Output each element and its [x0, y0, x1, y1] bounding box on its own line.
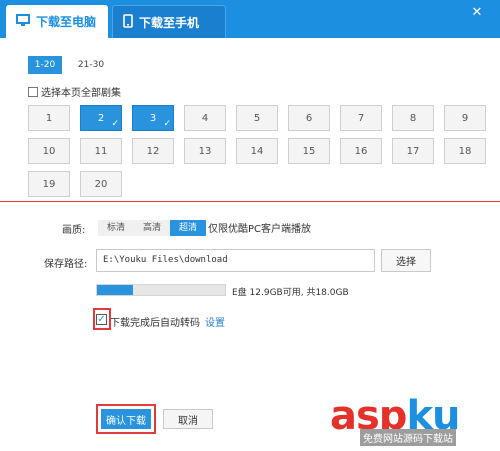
episode-button[interactable]: 13 [184, 138, 226, 164]
episode-number: 1 [45, 112, 53, 124]
episode-number: 20 [94, 178, 108, 190]
cancel-button[interactable]: 取消 [163, 409, 213, 429]
disk-space-text: E盘 12.9GB可用, 共18.0GB [232, 288, 349, 298]
tab-download-to-phone[interactable]: 下载至手机 [112, 5, 226, 38]
transcode-settings-link[interactable]: 设置 [205, 314, 225, 329]
quality-option-sd[interactable]: 标清 [98, 220, 134, 236]
select-all-label: 选择本页全部剧集 [41, 88, 121, 99]
monitor-icon [16, 13, 30, 30]
watermark-logo: aspku 免费网站源码下载站 [330, 393, 500, 451]
close-icon[interactable]: ✕ [470, 6, 484, 20]
save-path-input[interactable]: E:\Youku Files\download [96, 249, 375, 272]
episode-number: 18 [458, 145, 472, 157]
episode-button[interactable]: 17 [392, 138, 434, 164]
episode-button[interactable]: 12 [132, 138, 174, 164]
quality-option-hd[interactable]: 高清 [134, 220, 170, 236]
episode-button[interactable]: 20 [80, 171, 122, 197]
episode-button[interactable]: 19 [28, 171, 70, 197]
episode-number: 4 [201, 112, 209, 124]
tab-label: 下载至电脑 [36, 15, 97, 29]
episode-number: 16 [354, 145, 368, 157]
episode-number: 19 [42, 178, 56, 190]
tab-download-to-pc[interactable]: 下载至电脑 [6, 5, 108, 38]
episode-button[interactable]: 4 [184, 105, 226, 131]
checkmark-icon: ✓ [163, 119, 171, 129]
episode-number: 2 [97, 112, 105, 124]
episode-button[interactable]: 2 ✓ [80, 105, 122, 131]
episode-button[interactable]: 14 [236, 138, 278, 164]
episode-number: 9 [461, 112, 469, 124]
browse-button[interactable]: 选择 [381, 249, 431, 272]
episode-button[interactable]: 18 [444, 138, 486, 164]
episode-number: 6 [305, 112, 313, 124]
tab-label: 下载至手机 [139, 15, 200, 30]
episode-button[interactable]: 10 [28, 138, 70, 164]
disk-usage-fill [97, 285, 133, 295]
episode-button[interactable]: 6 [288, 105, 330, 131]
episode-button[interactable]: 11 [80, 138, 122, 164]
range-tab-1-20[interactable]: 1-20 [28, 56, 62, 74]
episode-button[interactable]: 8 [392, 105, 434, 131]
episode-number: 12 [146, 145, 160, 157]
episode-number: 11 [94, 145, 108, 157]
checkmark-icon: ✓ [111, 119, 119, 129]
episode-button[interactable]: 7 [340, 105, 382, 131]
quality-label: 画质: [62, 225, 86, 236]
save-path-label: 保存路径: [44, 259, 88, 270]
episode-number: 17 [406, 145, 420, 157]
select-all-row[interactable]: 选择本页全部剧集 [28, 84, 121, 99]
episode-number: 3 [149, 112, 157, 124]
disk-usage-bar [96, 284, 226, 296]
range-tab-21-30[interactable]: 21-30 [74, 56, 108, 74]
confirm-download-button[interactable]: 确认下载 [101, 409, 151, 429]
episode-number: 7 [357, 112, 365, 124]
phone-icon [123, 13, 133, 31]
divider-line [0, 201, 500, 202]
episode-number: 8 [409, 112, 417, 124]
select-all-checkbox[interactable] [28, 86, 38, 97]
quality-note: 仅限优酷PC客户端播放 [208, 224, 312, 235]
episode-button[interactable]: 5 [236, 105, 278, 131]
quality-option-super-hd[interactable]: 超清 [170, 220, 206, 236]
episode-button[interactable]: 3 ✓ [132, 105, 174, 131]
auto-transcode-checkbox[interactable]: ✓ [96, 314, 107, 325]
episode-button[interactable]: 1 [28, 105, 70, 131]
episode-button[interactable]: 15 [288, 138, 330, 164]
episode-button[interactable]: 16 [340, 138, 382, 164]
episode-number: 14 [250, 145, 264, 157]
episode-button[interactable]: 9 [444, 105, 486, 131]
episode-number: 15 [302, 145, 316, 157]
episode-number: 13 [198, 145, 212, 157]
watermark-subtitle: 免费网站源码下载站 [360, 429, 456, 446]
episode-number: 5 [253, 112, 261, 124]
title-bar: 下载至电脑 下载至手机 ✕ [0, 0, 500, 38]
episode-number: 10 [42, 145, 56, 157]
auto-transcode-label: 下载完成后自动转码 [110, 318, 200, 329]
